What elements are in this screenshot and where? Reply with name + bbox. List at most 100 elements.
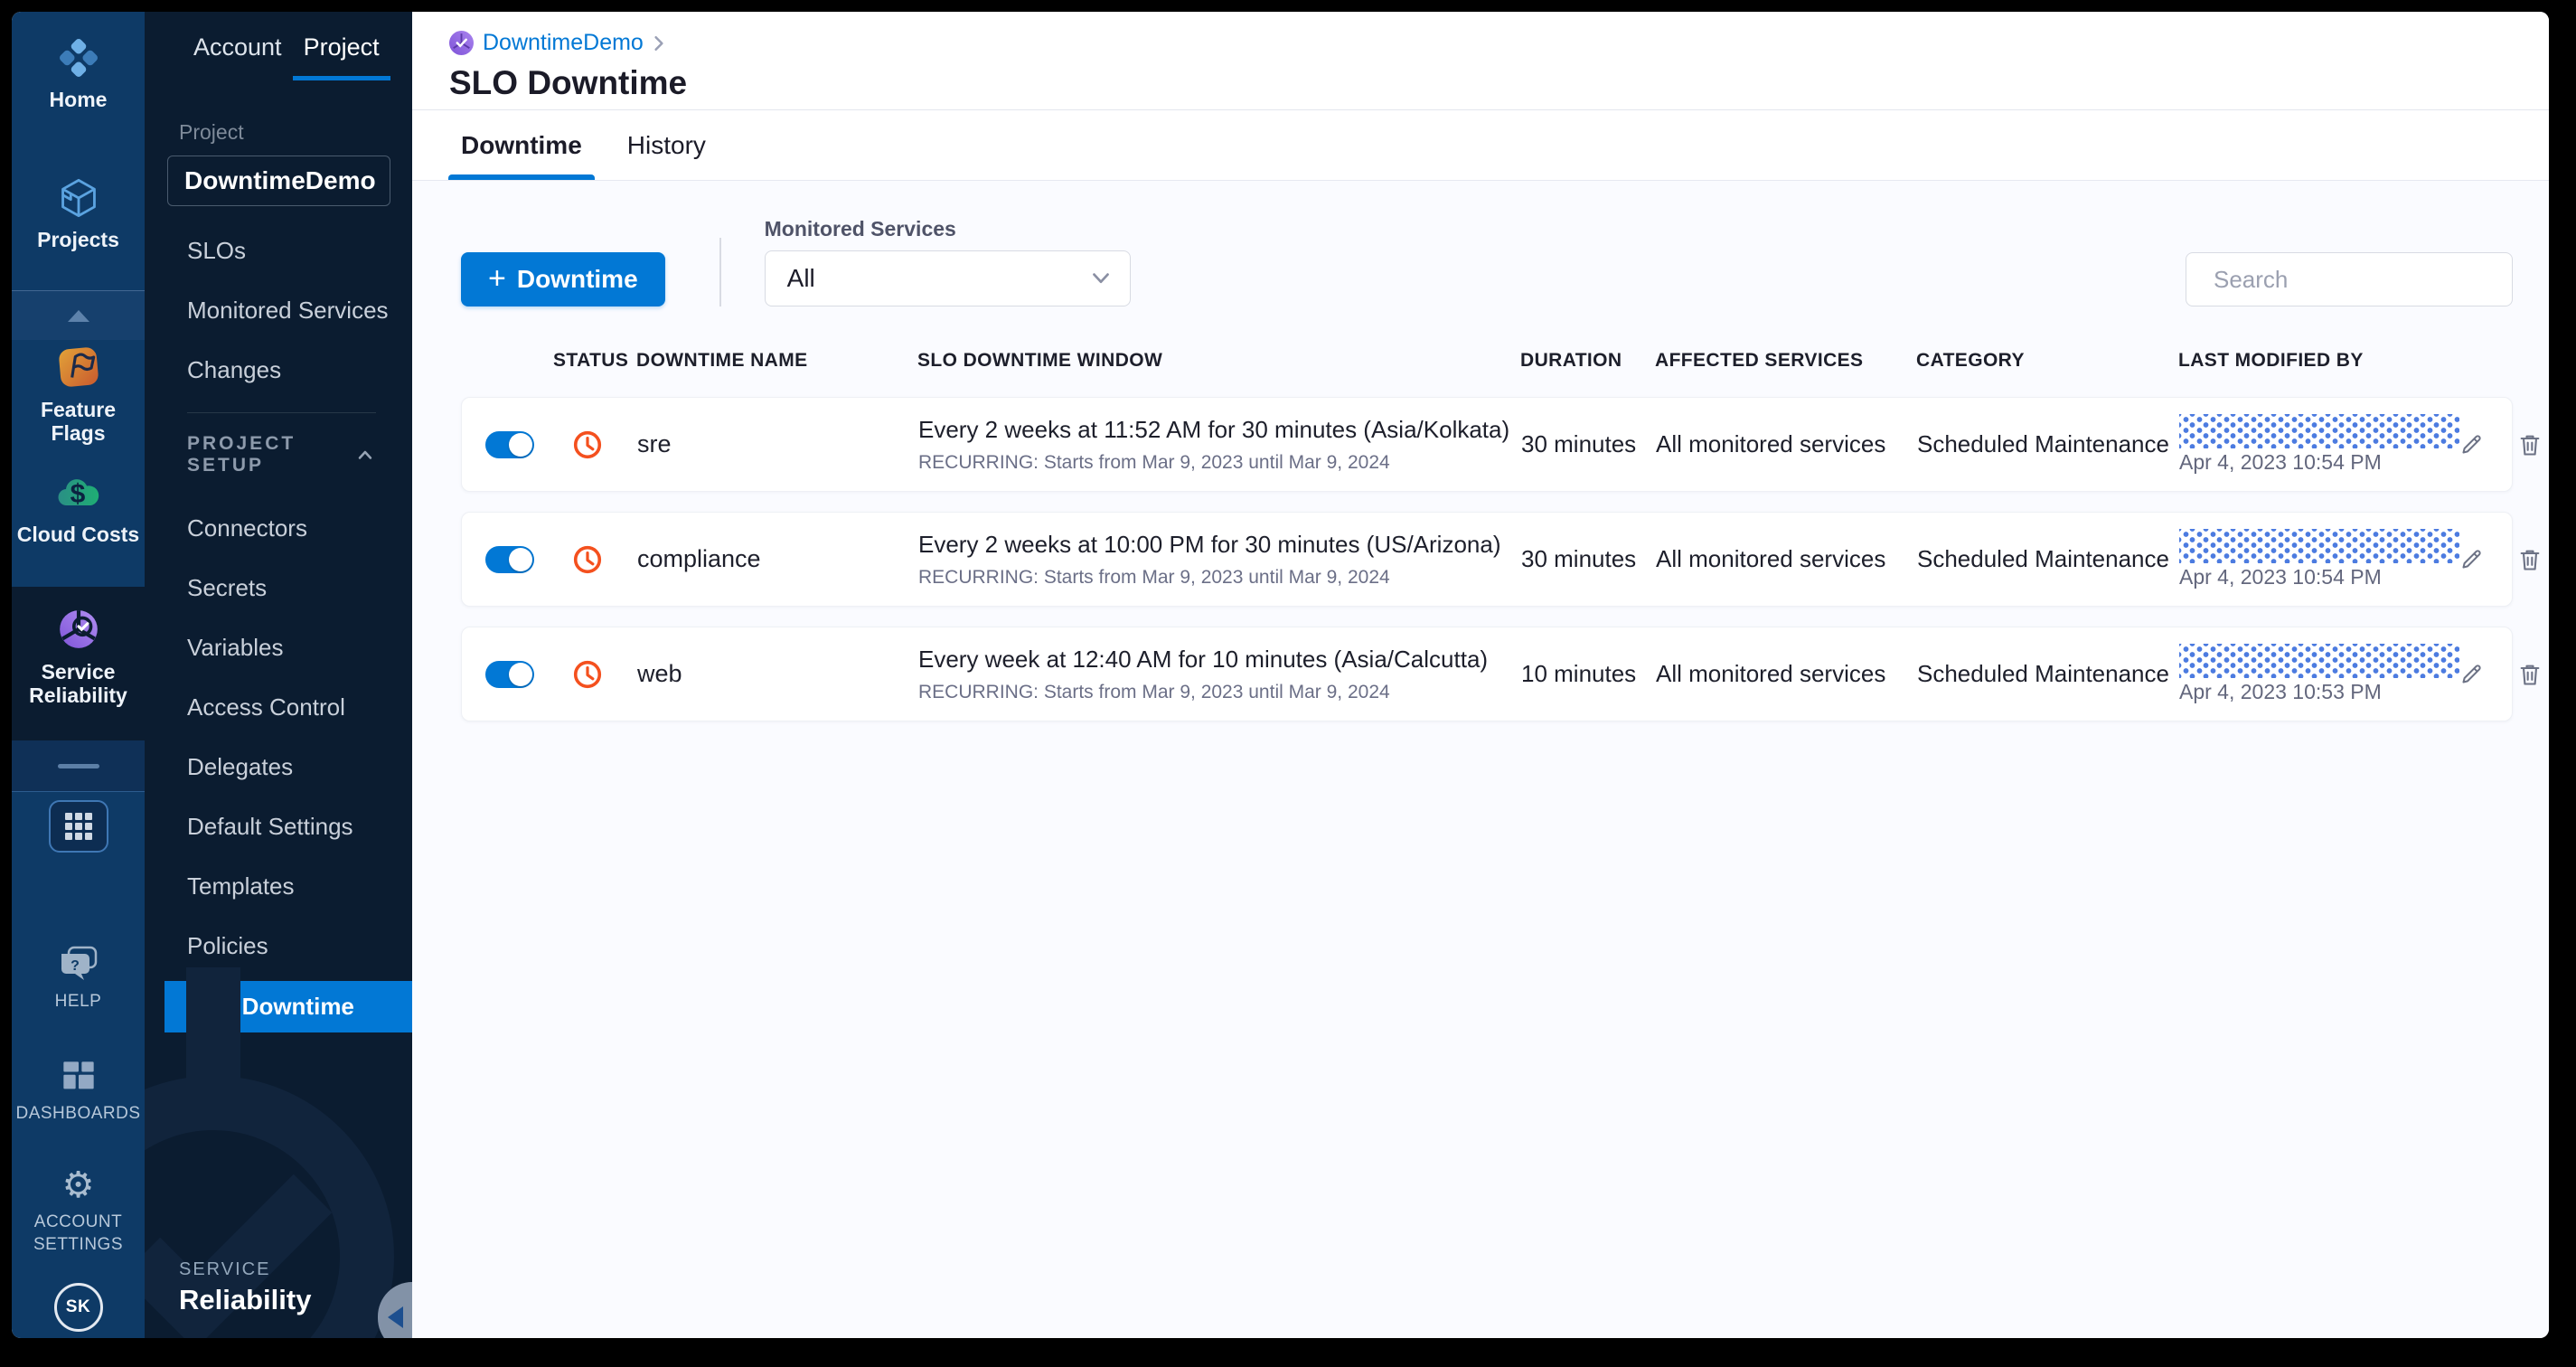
- project-name: DowntimeDemo: [184, 166, 376, 194]
- gear-icon: ⚙: [61, 1165, 95, 1205]
- modules-scroll-up[interactable]: [12, 290, 145, 340]
- last-modified-time: Apr 4, 2023 10:54 PM: [2179, 450, 2382, 474]
- drag-handle-icon: [57, 763, 99, 768]
- downtime-enabled-toggle[interactable]: [485, 545, 534, 573]
- sidebar-item-monitored-services[interactable]: Monitored Services: [145, 280, 412, 340]
- sidebar-item-connectors[interactable]: Connectors: [145, 498, 412, 558]
- breadcrumb-chevron-icon: [654, 35, 663, 51]
- column-header-downtime-name: DOWNTIME NAME: [636, 350, 808, 371]
- delete-button[interactable]: [2518, 547, 2542, 572]
- sidebar-item-delegates[interactable]: Delegates: [145, 737, 412, 797]
- category: Scheduled Maintenance: [1917, 430, 2169, 457]
- add-downtime-button[interactable]: + Downtime: [461, 252, 665, 306]
- toolbar: + Downtime Monitored Services All: [461, 217, 2518, 306]
- sidebar-item-account-settings[interactable]: ⚙ ACCOUNT SETTINGS: [12, 1167, 145, 1256]
- help-icon: ?: [61, 946, 97, 980]
- sidebar-item-feature-flags[interactable]: Feature Flags: [12, 344, 145, 446]
- status-cell: [485, 659, 637, 690]
- delete-button[interactable]: [2518, 662, 2542, 687]
- tab-account[interactable]: Account: [183, 33, 293, 80]
- nav-collapse-button[interactable]: [378, 1282, 412, 1338]
- tab-downtime[interactable]: Downtime: [448, 110, 595, 180]
- downtime-enabled-toggle[interactable]: [485, 430, 534, 458]
- last-modified-time: Apr 4, 2023 10:54 PM: [2179, 565, 2382, 589]
- column-header-last-modified-by: LAST MODIFIED BY: [2178, 350, 2364, 371]
- edit-button[interactable]: [2459, 662, 2484, 686]
- downtime-window-cell: Every 2 weeks at 11:52 AM for 30 minutes…: [918, 416, 1521, 474]
- nav-items: SLOs Monitored Services Changes: [145, 221, 412, 400]
- sidebar-item-service-reliability[interactable]: Service Reliability: [12, 607, 145, 708]
- sidebar-item-policies[interactable]: Policies: [145, 916, 412, 976]
- monitored-services-select[interactable]: All: [764, 250, 1131, 306]
- module-label: Cloud Costs: [16, 523, 140, 546]
- active-tab-underline: [448, 174, 595, 180]
- nav-divider: [187, 412, 376, 413]
- toggle-knob: [509, 432, 532, 457]
- last-modified-time: Apr 4, 2023 10:53 PM: [2179, 680, 2382, 703]
- breadcrumb-project-link[interactable]: DowntimeDemo: [483, 30, 644, 56]
- rail-divider: [12, 740, 145, 792]
- module-label: Service Reliability: [29, 660, 127, 708]
- project-nav: Account Project Project DowntimeDemo SLO…: [145, 12, 412, 1338]
- user-menu[interactable]: SK: [12, 1283, 145, 1332]
- downtime-recurrence: RECURRING: Starts from Mar 9, 2023 until…: [918, 566, 1390, 588]
- tab-project[interactable]: Project: [292, 33, 390, 80]
- recurring-clock-icon: [573, 430, 602, 458]
- affected-services: All monitored services: [1656, 660, 1886, 687]
- downtime-window: Every 2 weeks at 10:00 PM for 30 minutes…: [918, 530, 1501, 558]
- module-rail: Home Projects Feature Flags $ Cloud Cost…: [12, 12, 145, 1338]
- sidebar-item-default-settings[interactable]: Default Settings: [145, 797, 412, 856]
- toggle-knob: [509, 662, 532, 686]
- sidebar-item-changes[interactable]: Changes: [145, 340, 412, 400]
- chevron-down-icon: [1092, 273, 1109, 284]
- delete-button[interactable]: [2518, 432, 2542, 457]
- affected-services: All monitored services: [1656, 545, 1886, 572]
- downtime-recurrence: RECURRING: Starts from Mar 9, 2023 until…: [918, 451, 1390, 473]
- app-window: Home Projects Feature Flags $ Cloud Cost…: [12, 12, 2549, 1338]
- trash-icon: [2520, 435, 2540, 456]
- search-input[interactable]: [2212, 264, 2518, 295]
- sidebar-item-templates[interactable]: Templates: [145, 856, 412, 916]
- projects-icon: [61, 178, 96, 218]
- project-selector[interactable]: DowntimeDemo: [167, 156, 390, 206]
- sidebar-item-variables[interactable]: Variables: [145, 618, 412, 677]
- sidebar-item-home[interactable]: Home: [12, 36, 145, 111]
- edit-button[interactable]: [2459, 432, 2484, 457]
- last-modified-cell: Apr 4, 2023 10:53 PM: [2179, 644, 2549, 704]
- rail-footer-label: HELP: [54, 992, 102, 1011]
- rail-footer-label: ACCOUNT SETTINGS: [33, 1212, 123, 1254]
- column-header-slo-downtime-window: SLO DOWNTIME WINDOW: [917, 350, 1163, 371]
- sidebar-item-projects[interactable]: Projects: [12, 176, 145, 251]
- setup-items: Connectors Secrets Variables Access Cont…: [145, 498, 412, 1032]
- sidebar-item-cloud-costs[interactable]: $ Cloud Costs: [12, 475, 145, 546]
- sidebar-item-dashboards[interactable]: DASHBOARDS: [12, 1059, 145, 1126]
- project-setup-section-toggle[interactable]: PROJECT SETUP: [145, 426, 412, 484]
- edit-button[interactable]: [2459, 547, 2484, 571]
- downtime-recurrence: RECURRING: Starts from Mar 9, 2023 until…: [918, 681, 1390, 702]
- module-label: Feature Flags: [40, 398, 117, 446]
- svg-text:?: ?: [71, 958, 80, 974]
- pencil-icon: [2462, 435, 2481, 454]
- toolbar-divider: [719, 238, 721, 306]
- downtime-enabled-toggle[interactable]: [485, 660, 534, 688]
- module-config-button[interactable]: [48, 800, 108, 853]
- chevron-up-icon: [358, 450, 372, 459]
- category: Scheduled Maintenance: [1917, 660, 2169, 687]
- redacted-user: [2179, 529, 2459, 563]
- module-grid-icon: [64, 813, 92, 840]
- dashboards-icon: [62, 1061, 94, 1089]
- sidebar-item-slos[interactable]: SLOs: [145, 221, 412, 280]
- sidebar-item-help[interactable]: ? HELP: [12, 945, 145, 1013]
- sidebar-item-secrets[interactable]: Secrets: [145, 558, 412, 618]
- pencil-icon: [2462, 665, 2481, 684]
- column-header-status: STATUS: [553, 350, 629, 371]
- home-icon: [59, 39, 98, 77]
- project-field-label: Project: [179, 120, 244, 144]
- sidebar-item-slo-downtime[interactable]: SLO Downtime: [165, 981, 412, 1032]
- affected-services: All monitored services: [1656, 430, 1886, 457]
- sidebar-item-access-control[interactable]: Access Control: [145, 677, 412, 737]
- rail-footer-label: DASHBOARDS: [15, 1104, 141, 1123]
- table-header: STATUS DOWNTIME NAME SLO DOWNTIME WINDOW…: [461, 339, 2513, 382]
- tab-history[interactable]: History: [627, 110, 706, 180]
- page-title: SLO Downtime: [449, 64, 688, 101]
